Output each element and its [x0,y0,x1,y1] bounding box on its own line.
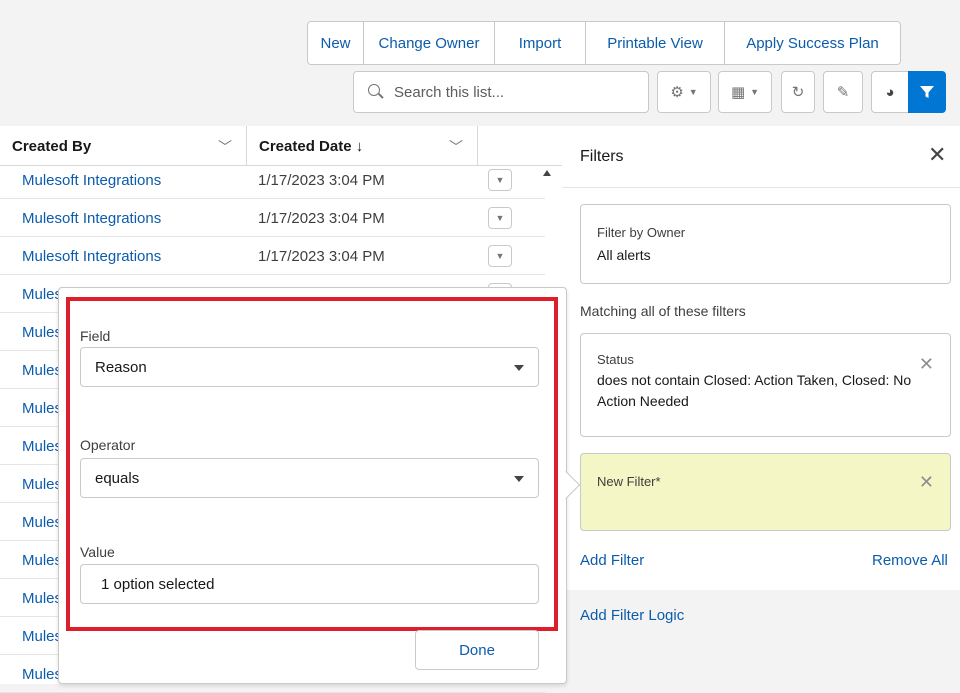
row-actions-button[interactable]: ▼ [488,169,512,191]
new-filter-card[interactable]: New Filter* ✕ [580,453,951,531]
table-header: Created By ﹀ Created Date ↓ ﹀ [0,126,562,166]
created-date-cell: 1/17/2023 3:04 PM [258,209,385,227]
table-row: Mulesoft Integrations 1/17/2023 3:04 PM ▼ [0,199,545,237]
created-by-link[interactable]: Mulesoft Integrations [22,199,161,237]
charts-button[interactable]: ◕ [871,71,909,113]
printable-view-button[interactable]: Printable View [585,21,725,65]
column-divider[interactable] [477,126,478,166]
refresh-button[interactable]: ↻ [781,71,815,113]
chevron-down-icon[interactable]: ﹀ [218,137,232,157]
pie-chart-icon: ◕ [885,83,895,101]
created-by-link[interactable]: Mulesoft Integrations [22,237,161,275]
row-actions-button[interactable]: ▼ [488,245,512,267]
change-owner-button[interactable]: Change Owner [363,21,495,65]
status-filter-card[interactable]: Status does not contain Closed: Action T… [580,333,951,437]
chevron-down-icon: ▼ [495,213,505,223]
highlight-annotation-box [66,297,558,631]
table-row: Mulesoft Integrations 1/17/2023 3:04 PM ▼ [0,161,545,199]
settings-menu-button[interactable]: ⚙ ▼ [657,71,711,113]
chevron-down-icon: ▼ [688,87,698,97]
owner-filter-value: All alerts [597,247,651,263]
display-as-menu-button[interactable]: ▦ ▼ [718,71,772,113]
import-button[interactable]: Import [494,21,586,65]
chevron-down-icon: ▼ [495,175,505,185]
created-by-link[interactable]: Mulesoft Integrations [22,161,161,199]
table-row: Mulesoft Integrations 1/17/2023 3:04 PM ▼ [0,237,545,275]
owner-filter-label: Filter by Owner [597,225,686,240]
filter-icon [920,86,934,98]
pencil-icon: ✎ [836,84,850,101]
status-filter-value: does not contain Closed: Action Taken, C… [597,372,912,409]
remove-filter-icon[interactable]: ✕ [919,354,934,375]
add-filter-link[interactable]: Add Filter [580,552,644,569]
new-filter-label: New Filter* [597,474,661,489]
apply-success-plan-button[interactable]: Apply Success Plan [724,21,901,65]
created-date-cell: 1/17/2023 3:04 PM [258,247,385,265]
remove-filter-icon[interactable]: ✕ [919,472,934,493]
new-button[interactable]: New [307,21,364,65]
action-button-group: New Change Owner Import Printable View A… [307,21,901,65]
refresh-icon: ↻ [791,84,805,101]
filter-by-owner-card[interactable]: Filter by Owner All alerts [580,204,951,284]
chevron-down-icon[interactable]: ﹀ [449,137,463,157]
done-button[interactable]: Done [415,630,539,670]
edit-list-button[interactable]: ✎ [823,71,863,113]
column-header-created-by[interactable]: Created By ﹀ [0,126,246,166]
column-header-label: Created Date ↓ [259,137,364,155]
search-input[interactable]: Search this list... [353,71,649,113]
column-header-label: Created By [12,137,92,155]
table-icon: ▦ [730,84,746,101]
add-filter-logic-link[interactable]: Add Filter Logic [580,607,684,624]
remove-all-link[interactable]: Remove All [872,552,948,569]
row-actions-button[interactable]: ▼ [488,207,512,229]
close-icon[interactable]: ✕ [928,144,946,166]
gear-icon: ⚙ [670,84,684,101]
column-header-created-date[interactable]: Created Date ↓ ﹀ [247,126,477,166]
created-date-cell: 1/17/2023 3:04 PM [258,171,385,189]
matching-filters-label: Matching all of these filters [580,303,746,319]
search-icon [368,84,384,100]
status-filter-label: Status [597,352,634,367]
search-placeholder: Search this list... [394,83,505,101]
chevron-down-icon: ▼ [495,251,505,261]
filters-title: Filters [580,148,624,165]
chevron-down-icon: ▼ [750,87,760,97]
filters-toggle-button[interactable] [908,71,946,113]
